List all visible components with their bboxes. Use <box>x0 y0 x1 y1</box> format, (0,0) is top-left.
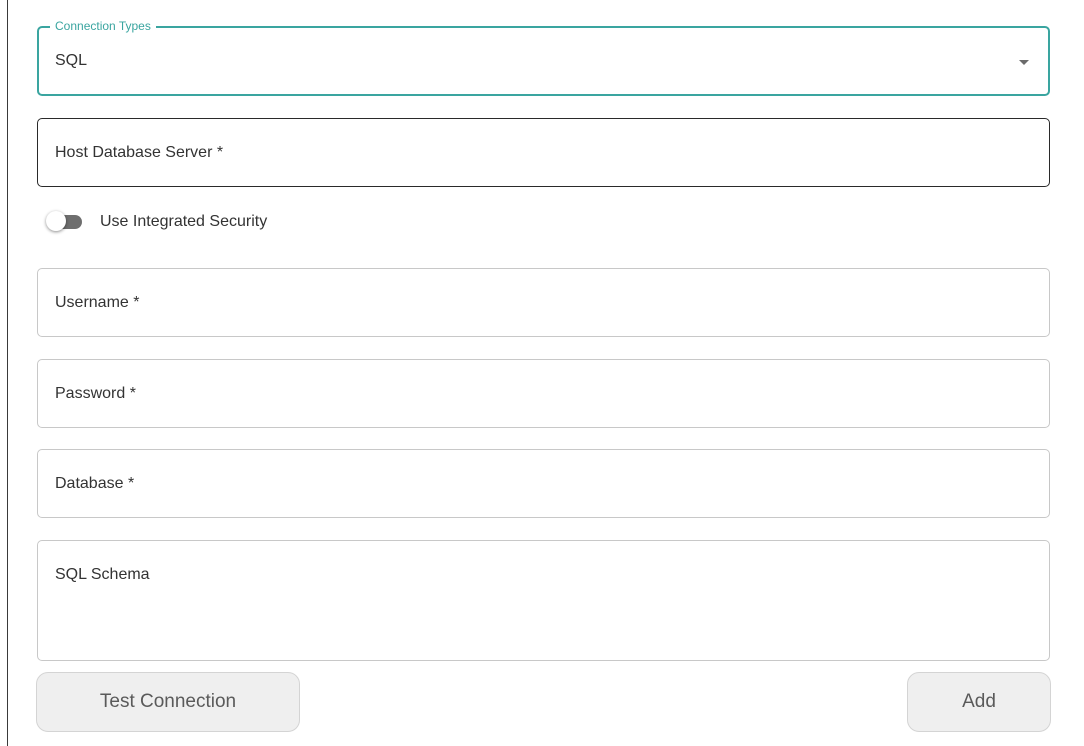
test-connection-button[interactable]: Test Connection <box>36 672 300 732</box>
chevron-down-icon[interactable] <box>1019 60 1029 65</box>
integrated-security-row: Use Integrated Security <box>46 208 268 236</box>
integrated-security-toggle[interactable] <box>46 211 82 231</box>
sql-schema-placeholder: SQL Schema <box>55 566 150 583</box>
username-placeholder: Username * <box>55 294 140 311</box>
toggle-knob[interactable] <box>46 211 66 231</box>
username-input[interactable]: Username * <box>37 268 1050 337</box>
sql-schema-textarea[interactable]: SQL Schema <box>37 540 1050 661</box>
add-button[interactable]: Add <box>907 672 1051 732</box>
connection-type-label: Connection Types <box>50 18 156 34</box>
database-placeholder: Database * <box>55 475 135 492</box>
password-input[interactable]: Password * <box>37 359 1050 428</box>
host-database-server-placeholder: Host Database Server * <box>55 144 224 161</box>
connection-type-value: SQL <box>55 52 88 69</box>
host-database-server-input[interactable]: Host Database Server * <box>37 118 1050 187</box>
connection-type-select[interactable]: Connection Types SQL <box>37 18 1050 96</box>
database-input[interactable]: Database * <box>37 449 1050 518</box>
password-placeholder: Password * <box>55 385 136 402</box>
integrated-security-label: Use Integrated Security <box>100 213 268 230</box>
